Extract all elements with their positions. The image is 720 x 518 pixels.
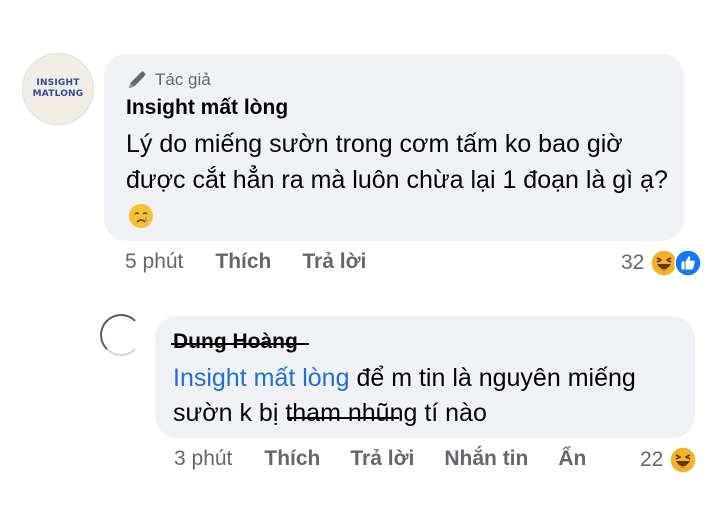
mention-link[interactable]: Insight mất lòng — [173, 364, 350, 392]
reply-reaction-summary[interactable]: 22 — [640, 446, 698, 474]
reply-avatar[interactable] — [100, 314, 142, 356]
pen-icon — [128, 70, 146, 89]
like-button[interactable]: Thích — [215, 250, 271, 274]
reaction-count: 32 — [621, 251, 645, 274]
reply-reply-button[interactable]: Trả lời — [350, 447, 414, 471]
reply-time[interactable]: 3 phút — [174, 447, 232, 471]
reply-comment-bubble: Dung Hoàng Insight mất lòng để m tin là … — [155, 316, 695, 438]
reply-author-name[interactable]: Dung Hoàng — [173, 330, 298, 354]
message-button[interactable]: Nhắn tin — [444, 447, 528, 471]
comment-time[interactable]: 5 phút — [125, 250, 183, 274]
reply-like-button[interactable]: Thích — [264, 447, 320, 471]
avatar-logo-line1: INSIGHT — [36, 78, 80, 88]
author-badge-label: Tác giả — [155, 70, 211, 89]
avatar-logo-line2: MATLONG — [32, 89, 84, 99]
crying-face-icon — [129, 204, 153, 228]
main-comment-actions: 5 phút Thích Trả lời — [125, 250, 397, 274]
reply-reaction-count: 22 — [640, 448, 664, 471]
author-badge: Tác giả — [126, 69, 211, 91]
hide-button[interactable]: Ẩn — [558, 447, 586, 471]
haha-icon — [669, 446, 698, 474]
text-redaction-line — [287, 417, 399, 419]
comment-text-body: Lý do miếng sườn trong cơm tấm ko bao gi… — [126, 130, 668, 194]
name-redaction-line — [171, 343, 309, 345]
reply-button[interactable]: Trả lời — [302, 250, 366, 274]
main-comment-bubble: Tác giả Insight mất lòng Lý do miếng sườ… — [104, 54, 684, 241]
like-icon — [674, 249, 703, 277]
comment-text: Lý do miếng sườn trong cơm tấm ko bao gi… — [126, 126, 671, 234]
reply-comment-actions: 3 phút Thích Trả lời Nhắn tin Ẩn — [174, 447, 616, 471]
comment-author-name[interactable]: Insight mất lòng — [126, 96, 288, 120]
main-reaction-summary[interactable]: 32 — [621, 249, 703, 277]
page-avatar[interactable]: INSIGHT MATLONG — [22, 53, 94, 125]
reply-text: Insight mất lòng để m tin là nguyên miến… — [173, 361, 683, 431]
